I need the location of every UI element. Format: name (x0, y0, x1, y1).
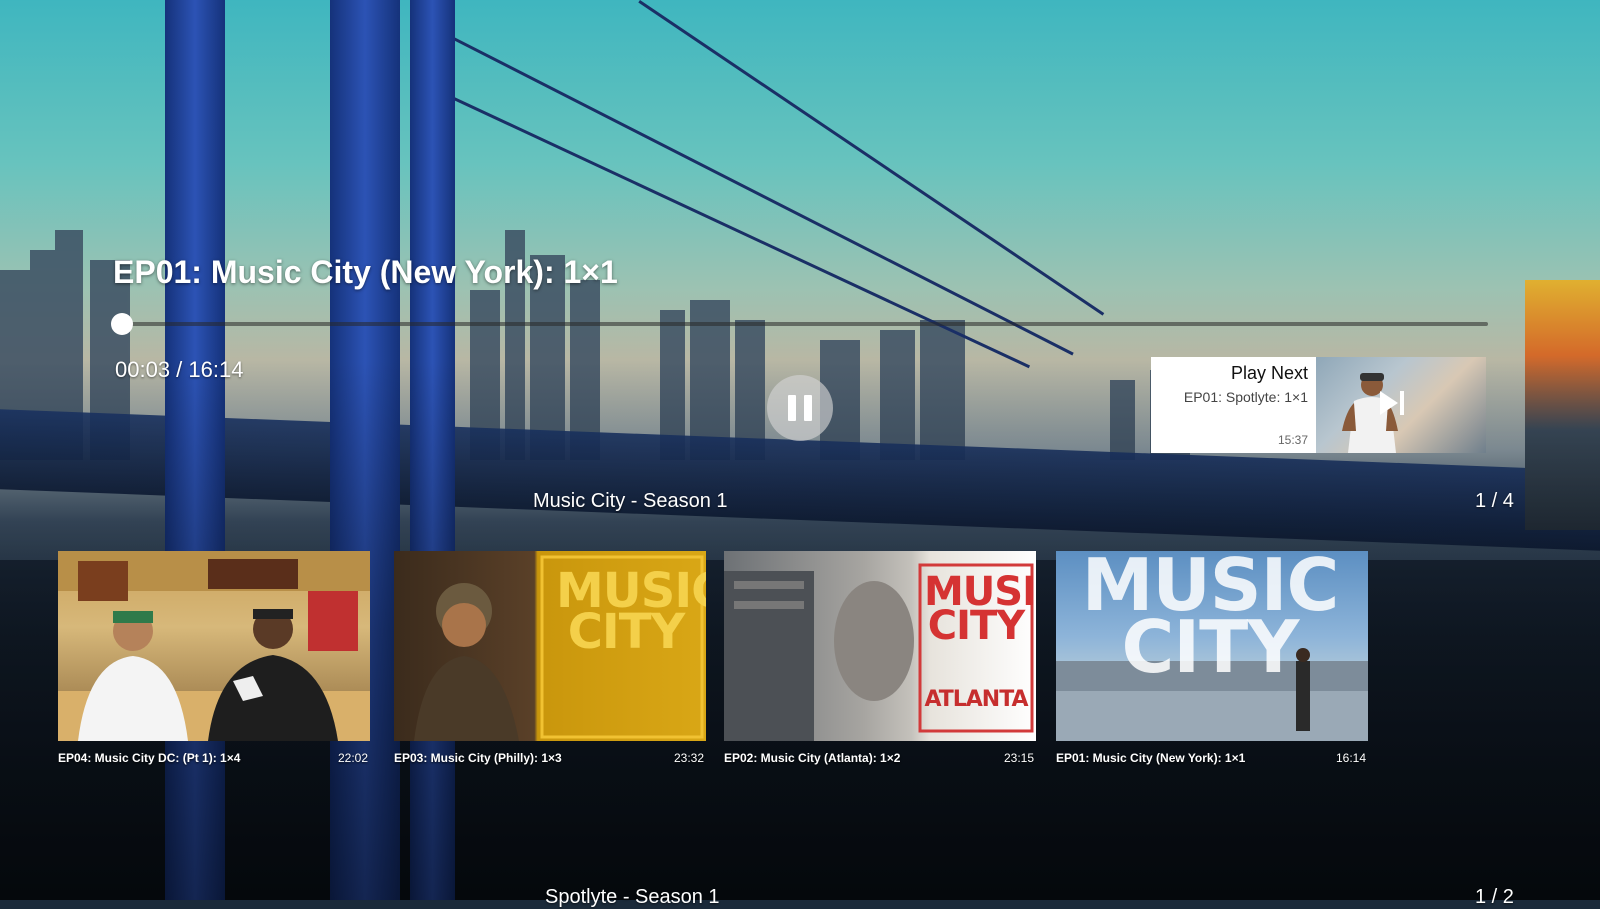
episode-title: EP01: Music City (New York): 1×1 (113, 254, 618, 290)
episode-meta: EP01: Music City (New York): 1×1 16:14 (1056, 751, 1368, 765)
episode-label: EP03: Music City (Philly): 1×3 (394, 751, 562, 765)
album-title-text: MUSIC CITY (556, 563, 706, 661)
row-title: Music City - Season 1 (533, 490, 728, 512)
episode-thumbnail: MUSIC CITY ATLANTA (724, 551, 1036, 741)
episode-duration: 16:14 (1335, 751, 1366, 765)
album-title-text: MUSIC CITY (1081, 551, 1340, 689)
play-next-thumbnail[interactable] (1316, 357, 1486, 453)
pause-button[interactable] (767, 375, 833, 441)
album-subtitle-text: ATLANTA (924, 687, 1028, 712)
episode-duration: 23:15 (1003, 751, 1034, 765)
interview-scene (58, 551, 370, 741)
episode-row: EP04: Music City DC: (Pt 1): 1×4 22:02 M… (58, 551, 1378, 771)
episode-label: EP02: Music City (Atlanta): 1×2 (724, 751, 901, 765)
episode-thumbnail: MUSIC CITY (394, 551, 706, 741)
episode-thumbnail: MUSIC CITY (1056, 551, 1368, 741)
album-title-text: MUSIC CITY (924, 569, 1036, 650)
episode-card[interactable]: MUSIC CITY EP01: Music City (New York): … (1056, 551, 1368, 765)
episode-card[interactable]: EP04: Music City DC: (Pt 1): 1×4 22:02 (58, 551, 370, 765)
episode-meta: EP04: Music City DC: (Pt 1): 1×4 22:02 (58, 751, 370, 765)
play-next-card[interactable]: Play Next EP01: Spotlyte: 1×1 15:37 (1151, 357, 1486, 453)
episode-label: EP01: Music City (New York): 1×1 (1056, 751, 1246, 765)
episode-duration: 23:32 (673, 751, 704, 765)
pause-icon (788, 395, 796, 421)
episode-card[interactable]: MUSIC CITY EP03: Music City (Philly): 1×… (394, 551, 706, 765)
skip-next-icon-bar (1400, 391, 1404, 415)
row-counter: 1 / 2 (1475, 886, 1514, 908)
time-readout: 00:03 / 16:14 (115, 357, 244, 382)
episode-label: EP04: Music City DC: (Pt 1): 1×4 (58, 751, 241, 765)
episode-meta: EP03: Music City (Philly): 1×3 23:32 (394, 751, 706, 765)
episode-thumbnail (58, 551, 370, 741)
episode-duration: 22:02 (337, 751, 368, 765)
episode-meta: EP02: Music City (Atlanta): 1×2 23:15 (724, 751, 1036, 765)
skip-next-icon (1380, 391, 1398, 415)
play-next-heading: Play Next (1230, 363, 1308, 383)
episode-card[interactable]: MUSIC CITY ATLANTA EP02: Music City (Atl… (724, 551, 1036, 765)
play-next-episode: EP01: Spotlyte: 1×1 (1183, 389, 1308, 405)
row-title: Spotlyte - Season 1 (545, 886, 720, 908)
play-next-info: Play Next EP01: Spotlyte: 1×1 15:37 (1151, 357, 1316, 453)
row-counter: 1 / 4 (1475, 490, 1514, 512)
pause-icon (804, 395, 812, 421)
progress-bar[interactable] (111, 313, 1488, 335)
progress-knob[interactable] (111, 313, 134, 335)
play-next-duration: 15:37 (1277, 433, 1308, 447)
